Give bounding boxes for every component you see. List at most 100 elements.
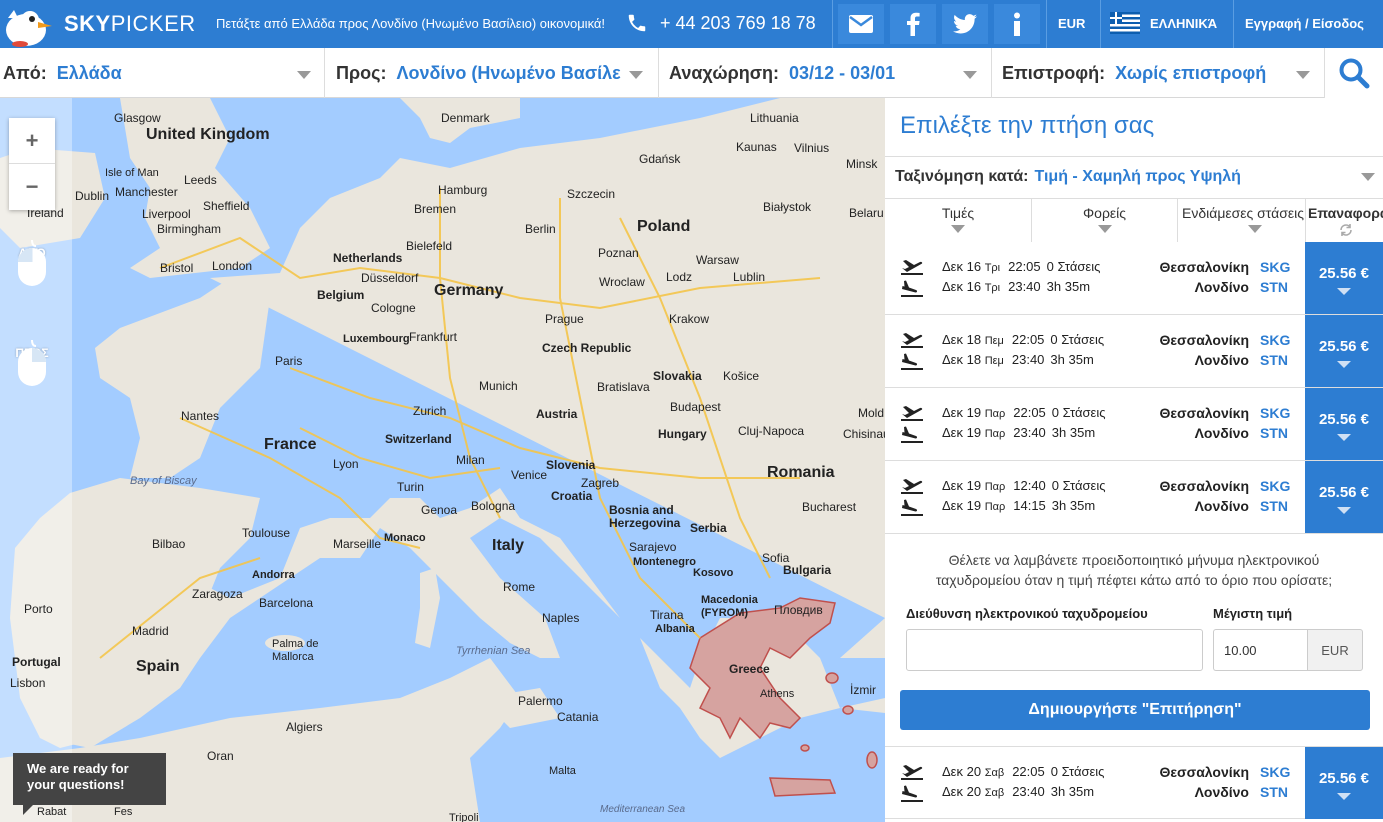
map-label: Algiers bbox=[286, 720, 323, 734]
facebook-button[interactable] bbox=[890, 4, 936, 44]
price-button[interactable]: 25.56 € bbox=[1305, 315, 1383, 387]
map-label: Montenegro bbox=[633, 556, 696, 568]
price-alert-form: Θέλετε να λαμβάνετε προειδοποιητικό μήνυ… bbox=[885, 534, 1383, 744]
max-price-input[interactable] bbox=[1213, 629, 1308, 671]
column-label: Φορείς bbox=[1082, 205, 1127, 221]
origin-city: Θεσσαλονίκη bbox=[1159, 332, 1250, 348]
search-button[interactable] bbox=[1325, 48, 1383, 98]
info-button[interactable] bbox=[994, 4, 1040, 44]
destination-airport-code: STN bbox=[1260, 279, 1288, 295]
departure-value: 03/12 - 03/01 bbox=[789, 62, 896, 83]
to-label: Προς: bbox=[336, 62, 387, 83]
column-carriers[interactable]: Φορείς bbox=[1032, 198, 1178, 242]
zoom-out-button[interactable]: − bbox=[9, 164, 55, 210]
map-label: Vilnius bbox=[794, 141, 830, 155]
from-field[interactable]: Από: Ελλάδα bbox=[0, 48, 325, 98]
map-label: Tripoli bbox=[449, 812, 479, 822]
price-alert-question: Θέλετε να λαμβάνετε προειδοποιητικό μήνυ… bbox=[935, 552, 1333, 588]
map-label: Athens bbox=[760, 688, 795, 700]
chevron-down-icon bbox=[1296, 71, 1310, 79]
login-register-link[interactable]: Εγγραφή / Είσοδος bbox=[1245, 16, 1364, 31]
map-label: Cologne bbox=[371, 301, 416, 315]
map-label: Germany bbox=[434, 282, 504, 299]
departure-label: Αναχώρηση: bbox=[669, 62, 780, 83]
flight-row[interactable]: Δεκ 19 Παρ 22:05 0 Στάσεις Δεκ 19 Παρ 23:40… bbox=[885, 388, 1383, 461]
price-button[interactable]: 25.56 € bbox=[1305, 388, 1383, 460]
map-label: Chisinau bbox=[843, 427, 885, 441]
from-label: Από: bbox=[3, 62, 47, 83]
create-watch-button[interactable]: Δημιουργήστε "Επιτήρηση" bbox=[900, 690, 1370, 730]
language-selector[interactable]: ΕΛΛΗΝΙΚΆ bbox=[1110, 12, 1217, 34]
stops-count: 0 Στάσεις bbox=[1046, 259, 1101, 274]
departure-field[interactable]: Αναχώρηση: 03/12 - 03/01 bbox=[659, 48, 992, 98]
flight-row[interactable]: Δεκ 18 Πεμ 22:05 0 Στάσεις Δεκ 18 Πεμ 23:40… bbox=[885, 315, 1383, 388]
to-field[interactable]: Προς: Λονδίνο (Ηνωμένο Βασίλε bbox=[325, 48, 659, 98]
return-field[interactable]: Επιστροφή: Χωρίς επιστροφή bbox=[992, 48, 1325, 98]
from-value: Ελλάδα bbox=[56, 62, 122, 83]
flight-row[interactable]: Δεκ 19 Παρ 12:40 0 Στάσεις Δεκ 19 Παρ 14:15… bbox=[885, 461, 1383, 534]
map-label: Budapest bbox=[670, 400, 721, 414]
greek-flag-icon bbox=[1110, 12, 1140, 34]
refresh-icon bbox=[1340, 224, 1352, 236]
map-label: Porto bbox=[24, 602, 53, 616]
map-label: Bucharest bbox=[802, 500, 857, 514]
map-label: Liverpool bbox=[142, 207, 191, 221]
chat-widget[interactable]: We are ready for your questions! bbox=[13, 753, 166, 815]
map-label: Czech Republic bbox=[542, 341, 632, 355]
map-label: Belgium bbox=[317, 288, 365, 302]
flight-day: Πεμ bbox=[984, 355, 1004, 367]
logo[interactable]: SKYPICKER bbox=[0, 0, 196, 48]
max-price-currency: EUR bbox=[1307, 629, 1363, 671]
zoom-in-button[interactable]: + bbox=[9, 118, 55, 164]
map-label: Genoa bbox=[421, 503, 458, 517]
map-label: Košice bbox=[723, 369, 760, 383]
map-label: Austria bbox=[536, 407, 578, 421]
flight-date: Δεκ 18 bbox=[942, 352, 982, 367]
flight-date: Δεκ 19 bbox=[942, 498, 982, 513]
takeoff-icon bbox=[901, 479, 923, 494]
map-label: Zaragoza bbox=[192, 587, 243, 601]
map-label: Bristol bbox=[160, 261, 194, 275]
map-label: France bbox=[264, 436, 317, 453]
takeoff-icon bbox=[901, 765, 923, 780]
flight-date: Δεκ 19 bbox=[942, 405, 982, 420]
chevron-down-icon bbox=[629, 71, 643, 79]
map-label: Croatia bbox=[551, 489, 593, 503]
map-label: Mold bbox=[858, 406, 885, 420]
map-label: Monaco bbox=[384, 532, 426, 544]
price-button[interactable]: 25.56 € bbox=[1305, 461, 1383, 533]
mail-button[interactable] bbox=[838, 4, 884, 44]
map-label: Prague bbox=[545, 312, 584, 326]
map-label: Serbia bbox=[690, 521, 727, 535]
price-button[interactable]: 25.56 € bbox=[1305, 242, 1383, 314]
map-label: Berlin bbox=[525, 222, 556, 236]
landing-icon bbox=[901, 280, 923, 297]
map-label: Luxembourg bbox=[343, 333, 410, 345]
stops-count: 0 Στάσεις bbox=[1050, 764, 1105, 779]
price-button[interactable]: 25.56 € bbox=[1305, 747, 1383, 819]
chevron-down-icon bbox=[1097, 225, 1112, 233]
currency-selector[interactable]: EUR bbox=[1058, 16, 1085, 31]
flight-row[interactable]: Δεκ 16 Τρι 22:05 0 Στάσεις Δεκ 16 Τρι 23:40… bbox=[885, 242, 1383, 315]
flight-row[interactable]: Δεκ 20 Σαβ 22:05 0 Στάσεις Δεκ 20 Σαβ 23:40… bbox=[885, 746, 1383, 819]
column-prices[interactable]: Τιμές bbox=[885, 198, 1032, 242]
twitter-button[interactable] bbox=[942, 4, 988, 44]
column-label: Τιμές bbox=[941, 205, 975, 221]
chevron-down-icon bbox=[951, 225, 965, 233]
top-header: SKYPICKER Πετάξτε από Ελλάδα προς Λονδίν… bbox=[0, 0, 1383, 48]
map-label: Szczecin bbox=[567, 187, 616, 201]
map-label: Poznan bbox=[598, 246, 639, 260]
sort-selector[interactable]: Ταξινόμηση κατά: Τιμή - Χαμηλή προς Υψηλ… bbox=[885, 156, 1383, 196]
price-value: 25.56 € bbox=[1318, 265, 1370, 282]
column-stopovers[interactable]: Ενδιάμεσες στάσεις bbox=[1178, 198, 1306, 242]
map-label: Toulouse bbox=[242, 526, 291, 540]
reset-filters-button[interactable]: Επαναφορά bbox=[1306, 198, 1383, 242]
flight-day: Τρι bbox=[984, 282, 1001, 294]
flight-date: Δεκ 20 bbox=[942, 784, 982, 799]
map-label: Bay of Biscay bbox=[130, 475, 197, 487]
map-label: Malta bbox=[549, 765, 576, 777]
map[interactable]: Glasgow United Kingdom Isle of Man Leeds… bbox=[0, 98, 885, 822]
phone-contact[interactable]: + 44 203 769 18 78 bbox=[626, 12, 816, 34]
map-label: Sarajevo bbox=[629, 540, 677, 554]
email-field[interactable] bbox=[906, 629, 1203, 671]
